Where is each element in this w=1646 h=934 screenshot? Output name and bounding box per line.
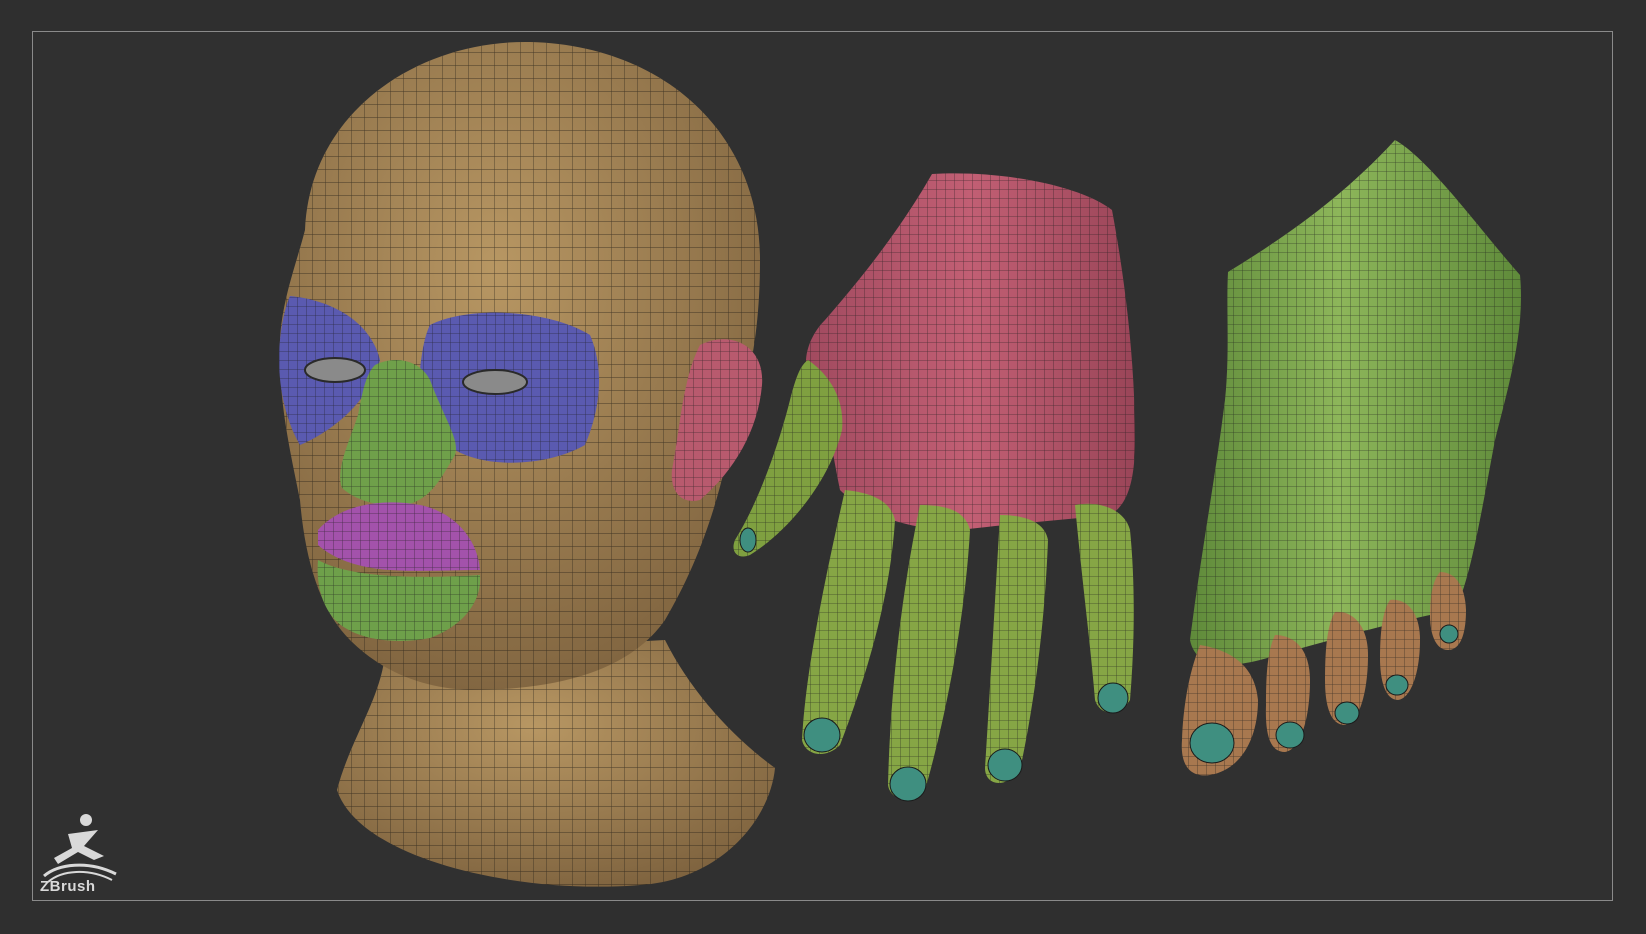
logo-text: ZBrush: [40, 878, 96, 895]
left-eye: [304, 357, 366, 383]
nail-pinky: [1097, 682, 1129, 714]
toenail-third: [1334, 701, 1360, 725]
right-eye: [462, 369, 528, 395]
nail-ring: [987, 748, 1023, 782]
foot-model: [1181, 140, 1521, 776]
nail-middle: [889, 766, 927, 802]
head-model: [279, 41, 775, 887]
nail-thumb: [739, 527, 757, 553]
toenail-second: [1275, 721, 1305, 749]
toenail-little: [1439, 624, 1459, 644]
nail-index: [803, 717, 841, 753]
toenail-fourth: [1385, 674, 1409, 696]
toenail-big: [1189, 722, 1235, 764]
sculpt-scene: [279, 41, 1521, 887]
hand-model: [733, 173, 1135, 802]
